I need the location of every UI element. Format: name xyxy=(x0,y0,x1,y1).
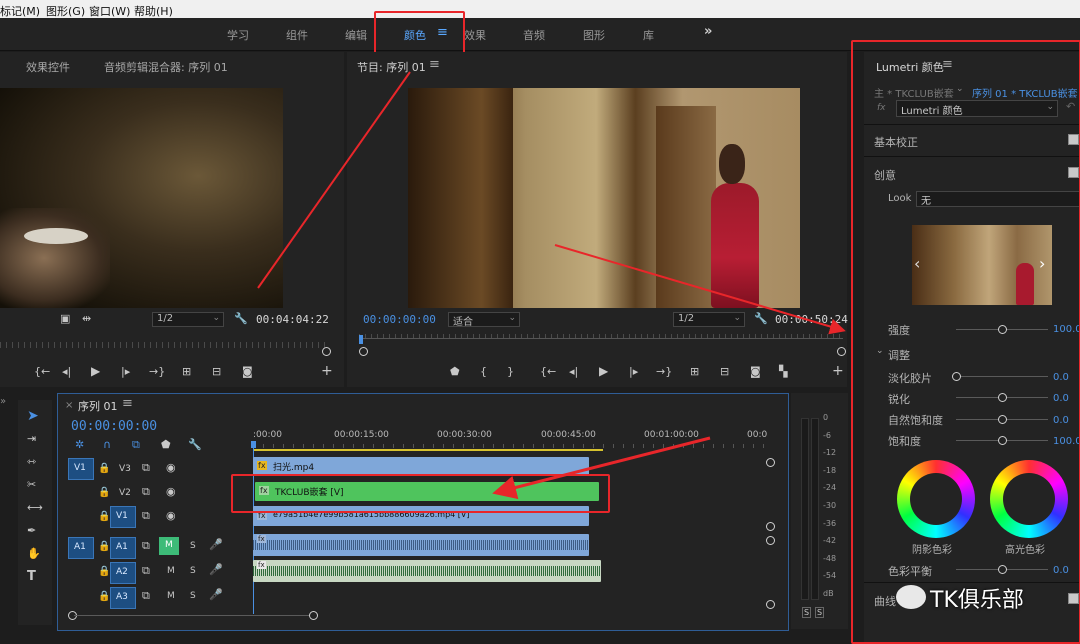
arrow-to-lumetri xyxy=(554,244,846,335)
arrow-to-color-tab xyxy=(257,71,411,289)
wechat-logo-icon xyxy=(896,585,926,609)
annotation-arrows xyxy=(257,71,846,500)
arrow-to-nested-clip xyxy=(492,436,711,500)
watermark: TK俱乐部 xyxy=(896,580,1066,614)
